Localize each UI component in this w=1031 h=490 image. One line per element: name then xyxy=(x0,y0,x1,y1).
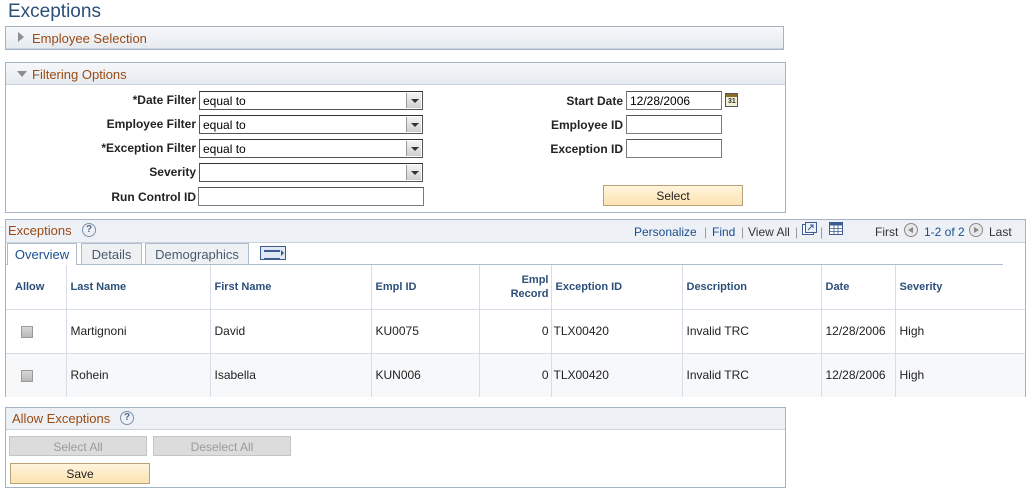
new-window-icon[interactable] xyxy=(802,222,817,236)
filtering-options-header[interactable]: Filtering Options xyxy=(6,63,785,85)
date-cell: 12/28/2006 xyxy=(821,352,896,397)
allow-cell xyxy=(6,308,67,353)
exception-filter-value: equal to xyxy=(203,142,246,156)
filtering-options-title[interactable]: Filtering Options xyxy=(32,67,127,82)
run-control-id-input[interactable] xyxy=(198,187,424,206)
column-header-exception-id: Exception ID xyxy=(551,265,683,309)
description-cell: Invalid TRC xyxy=(682,352,822,397)
calendar-icon[interactable]: 31 xyxy=(725,93,738,107)
column-header-date: Date xyxy=(821,265,896,309)
column-header-empl-id: Empl ID xyxy=(371,265,480,309)
exception-filter-select[interactable]: equal to xyxy=(199,139,423,158)
spreadsheet-icon[interactable] xyxy=(829,222,843,235)
exceptions-grid-title-bar xyxy=(6,220,1025,243)
employee-selection-title[interactable]: Employee Selection xyxy=(32,31,147,46)
select-all-button[interactable]: Select All xyxy=(9,436,147,456)
column-header-allow: Allow xyxy=(6,265,67,309)
first-name-cell: Isabella xyxy=(210,352,372,397)
allow-exceptions-title: Allow Exceptions xyxy=(12,411,111,426)
column-header-empl-record: Empl Record xyxy=(479,265,552,309)
exception-filter-label: *Exception Filter xyxy=(101,141,196,155)
run-control-id-label: Run Control ID xyxy=(111,190,196,204)
select-button[interactable]: Select xyxy=(603,185,743,206)
exceptions-grid-title: Exceptions xyxy=(8,223,72,238)
nav-separator: | xyxy=(704,225,708,239)
start-date-label: Start Date xyxy=(566,94,623,108)
collapse-arrow-icon[interactable] xyxy=(17,71,27,77)
description-cell: Invalid TRC xyxy=(682,308,822,353)
exception-id-label: Exception ID xyxy=(550,142,623,156)
employee-selection-section[interactable]: Employee Selection xyxy=(5,26,784,50)
first-name-cell: David xyxy=(210,308,372,353)
allow-checkbox[interactable] xyxy=(21,370,33,383)
help-icon[interactable]: ? xyxy=(82,223,96,237)
employee-id-label: Employee ID xyxy=(550,118,623,132)
date-filter-select[interactable]: equal to xyxy=(199,91,423,110)
employee-selection-header[interactable]: Employee Selection xyxy=(6,27,783,49)
personalize-link[interactable]: Personalize xyxy=(634,225,697,239)
severity-select[interactable] xyxy=(199,163,423,182)
empl-record-cell: 0 xyxy=(479,308,552,353)
exceptions-table-wrap: Allow Last Name First Name Empl ID Empl … xyxy=(6,265,1025,397)
chevron-down-icon[interactable] xyxy=(406,117,421,132)
allow-cell xyxy=(6,352,67,397)
last-name-cell: Rohein xyxy=(66,352,211,397)
employee-filter-select[interactable]: equal to xyxy=(199,115,423,134)
chevron-down-icon[interactable] xyxy=(406,93,421,108)
save-button[interactable]: Save xyxy=(10,463,150,484)
table-row: Martignoni David KU0075 0 TLX00420 Inval… xyxy=(6,308,1025,353)
exception-id-cell: TLX00420 xyxy=(551,308,683,353)
first-label: First xyxy=(875,225,899,239)
column-header-last-name: Last Name xyxy=(66,265,211,309)
severity-cell: High xyxy=(895,352,1025,397)
find-link[interactable]: Find xyxy=(712,225,735,239)
expand-arrow-icon[interactable] xyxy=(18,32,24,42)
date-cell: 12/28/2006 xyxy=(821,308,896,353)
last-name-cell: Martignoni xyxy=(66,308,211,353)
exceptions-table: Allow Last Name First Name Empl ID Empl … xyxy=(6,265,1025,397)
tab-demographics[interactable]: Demographics xyxy=(145,243,249,264)
column-header-first-name: First Name xyxy=(210,265,372,309)
tab-details[interactable]: Details xyxy=(81,243,142,264)
nav-separator: | xyxy=(820,225,824,239)
severity-cell: High xyxy=(895,308,1025,353)
tab-overview[interactable]: Overview xyxy=(7,243,77,265)
severity-label: Severity xyxy=(149,165,196,179)
empl-record-cell: 0 xyxy=(479,352,552,397)
chevron-down-icon[interactable] xyxy=(406,141,421,156)
date-filter-value: equal to xyxy=(203,94,246,108)
nav-separator: | xyxy=(741,225,745,239)
empl-id-cell: KU0075 xyxy=(371,308,480,353)
row-range: 1-2 of 2 xyxy=(924,225,965,239)
exception-id-input[interactable] xyxy=(626,139,722,158)
employee-filter-label: Employee Filter xyxy=(106,117,196,131)
empl-id-cell: KUN006 xyxy=(371,352,480,397)
view-all-link[interactable]: View All xyxy=(748,225,790,239)
previous-row-icon[interactable] xyxy=(904,223,918,237)
deselect-all-button[interactable]: Deselect All xyxy=(153,436,291,456)
employee-id-input[interactable] xyxy=(626,115,722,134)
employee-filter-value: equal to xyxy=(203,118,246,132)
start-date-input[interactable]: 12/28/2006 xyxy=(626,91,722,110)
page-title: Exceptions xyxy=(8,1,101,22)
last-label: Last xyxy=(989,225,1012,239)
show-all-columns-icon[interactable] xyxy=(260,246,286,260)
exception-id-cell: TLX00420 xyxy=(551,352,683,397)
column-header-description: Description xyxy=(682,265,822,309)
chevron-down-icon[interactable] xyxy=(406,165,421,180)
nav-separator: | xyxy=(795,225,799,239)
allow-checkbox[interactable] xyxy=(21,325,33,338)
next-row-icon[interactable] xyxy=(969,223,983,237)
date-filter-label: *Date Filter xyxy=(132,93,196,107)
help-icon[interactable]: ? xyxy=(120,411,134,425)
column-header-severity: Severity xyxy=(895,265,1025,309)
table-row: Rohein Isabella KUN006 0 TLX00420 Invali… xyxy=(6,352,1025,397)
